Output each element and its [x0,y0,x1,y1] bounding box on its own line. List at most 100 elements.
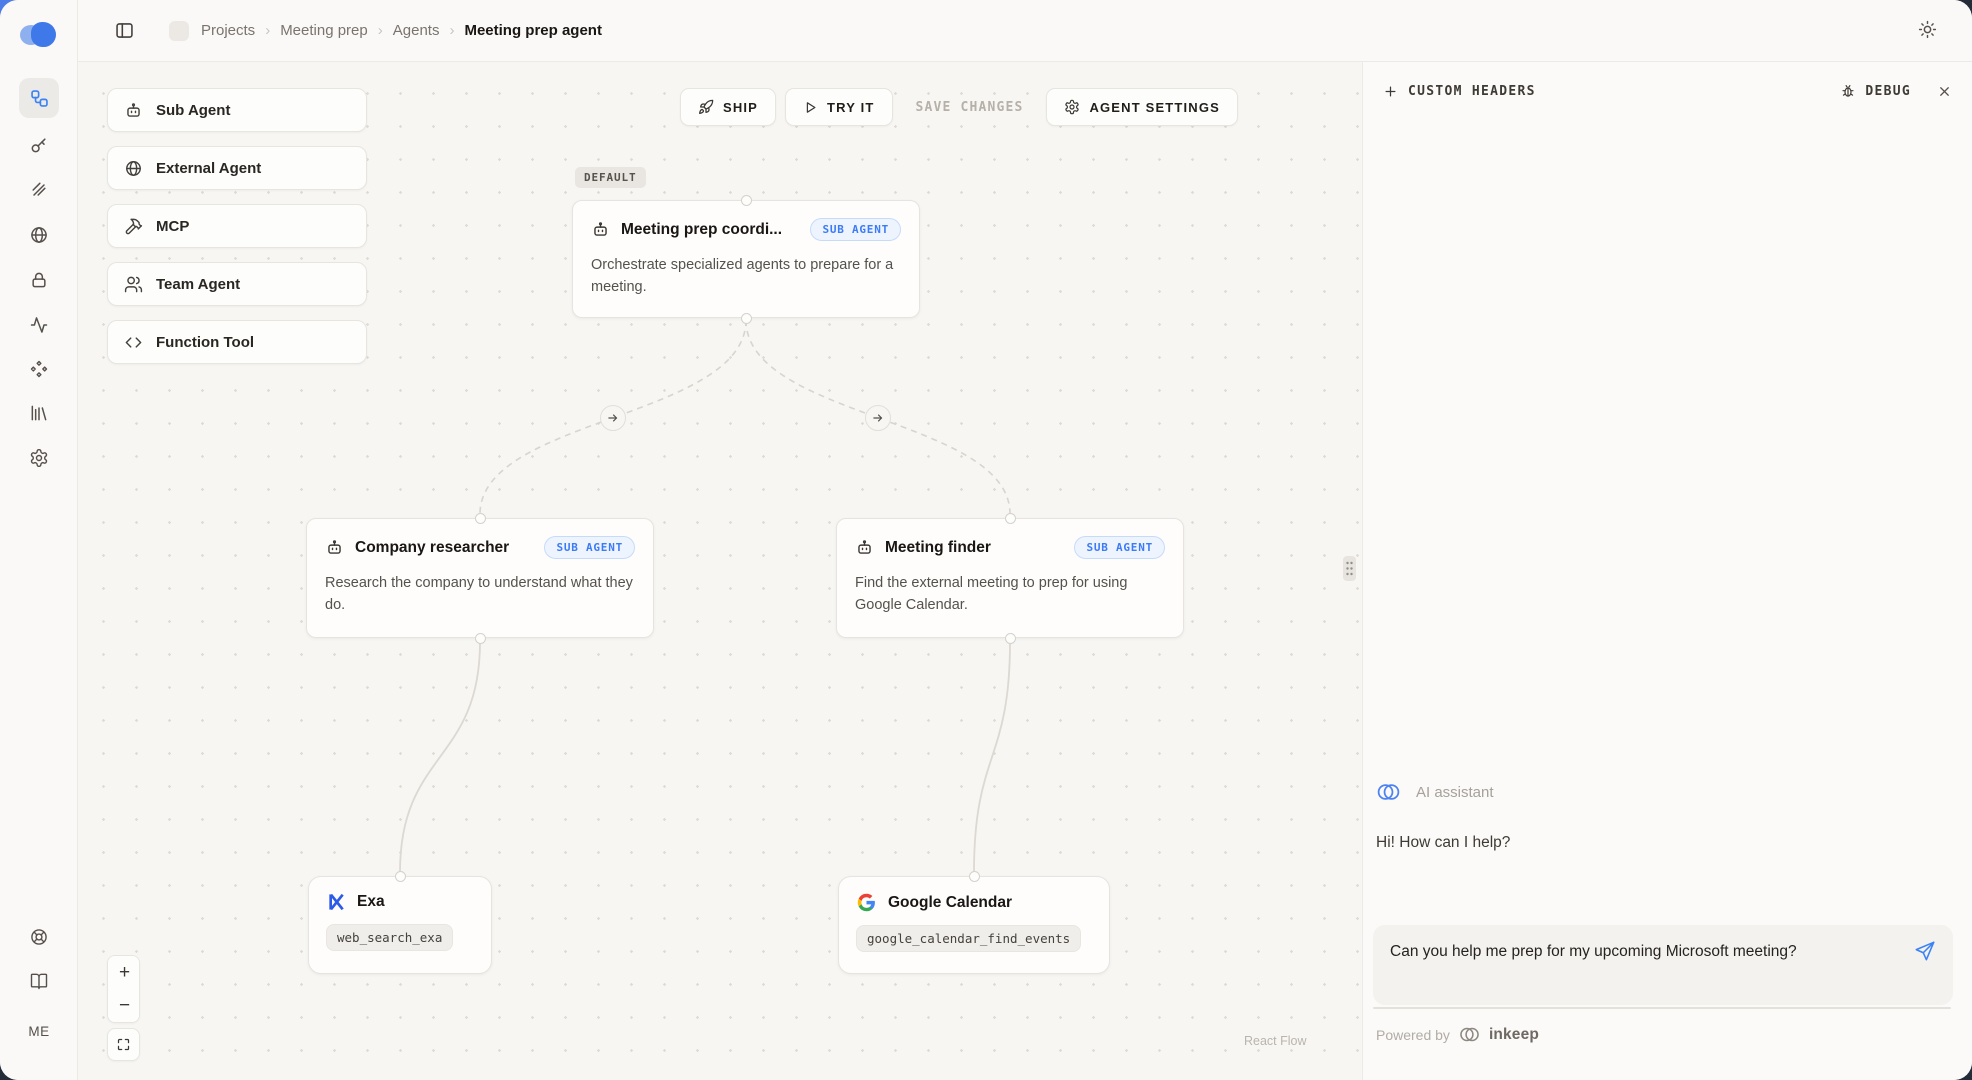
icon-rail: ME [0,0,78,1080]
google-logo [856,892,877,913]
library-icon [29,403,49,423]
ship-button[interactable]: SHIP [680,88,776,126]
ai-assistant-icon [1375,781,1402,803]
bot-icon [855,538,874,557]
breadcrumb-separator: › [265,22,270,39]
chat-input[interactable]: Can you help me prep for my upcoming Mic… [1373,925,1953,1005]
rail-item-external-agents[interactable] [19,215,59,255]
react-flow-attribution[interactable]: React Flow [1244,1034,1307,1048]
rail-item-settings[interactable] [19,438,59,478]
rail-item-graph[interactable] [19,78,59,118]
palette-item-label: MCP [156,218,189,235]
lock-icon [29,270,49,290]
palette-item-label: Function Tool [156,334,254,351]
inkeep-venn-icon [1458,1025,1481,1044]
sub-agent-badge: SUB AGENT [810,218,901,241]
breadcrumb-projects[interactable]: Projects [201,22,255,39]
top-bar: Projects › Meeting prep › Agents › Meeti… [78,0,1972,62]
bot-icon [124,101,143,120]
inkeep-brand-label: inkeep [1489,1026,1539,1044]
life-buoy-icon [29,927,49,947]
node-title: Google Calendar [888,894,1012,912]
node-title: Company researcher [355,539,509,557]
node-meeting-prep-coordinator[interactable]: Meeting prep coordi... SUB AGENT Orchest… [572,200,920,318]
rail-item-library[interactable] [19,393,59,433]
assistant-message: Hi! How can I help? [1376,834,1510,852]
breadcrumb-current: Meeting prep agent [464,22,602,39]
palette-item-sub-agent[interactable]: Sub Agent [107,88,367,132]
debug-button[interactable]: DEBUG [1840,83,1911,99]
inkeep-logo[interactable] [20,22,58,48]
breadcrumb: Projects › Meeting prep › Agents › Meeti… [201,22,602,39]
debug-label: DEBUG [1865,84,1911,99]
fit-view-button[interactable] [107,1028,140,1061]
save-changes-button[interactable]: SAVE CHANGES [902,88,1038,126]
handle-finder-top[interactable] [1005,513,1016,524]
flow-canvas[interactable]: Sub Agent External Agent MCP Team Agent … [78,62,1362,1080]
node-title: Exa [357,893,385,911]
rail-item-activity[interactable] [19,305,59,345]
default-agent-tag: DEFAULT [575,167,646,188]
handle-finder-bottom[interactable] [1005,633,1016,644]
handle-gcal-top[interactable] [969,871,980,882]
save-changes-label: SAVE CHANGES [916,100,1024,115]
users-icon [124,275,143,294]
theme-toggle-sun-icon[interactable] [1917,19,1938,40]
rail-item-security[interactable] [19,260,59,300]
palette-item-label: Team Agent [156,276,240,293]
try-it-button-label: TRY IT [827,100,874,115]
node-google-calendar-tool[interactable]: Google Calendar google_calendar_find_eve… [838,876,1110,974]
exa-logo [326,892,346,912]
assistant-label: AI assistant [1416,784,1494,801]
code-icon [124,333,143,352]
handle-researcher-bottom[interactable] [475,633,486,644]
handle-coordinator-bottom[interactable] [741,313,752,324]
breadcrumb-separator: › [449,22,454,39]
hammer-icon [124,217,143,236]
zoom-controls: + − [107,955,140,1023]
palette-item-team-agent[interactable]: Team Agent [107,262,367,306]
tool-name-chip: web_search_exa [326,924,453,951]
node-exa-tool[interactable]: Exa web_search_exa [308,876,492,974]
palette-item-external-agent[interactable]: External Agent [107,146,367,190]
try-it-button[interactable]: TRY IT [785,88,892,126]
palette-item-function-tool[interactable]: Function Tool [107,320,367,364]
palette-item-mcp[interactable]: MCP [107,204,367,248]
custom-headers-button[interactable]: CUSTOM HEADERS [1383,84,1536,99]
node-title: Meeting prep coordi... [621,221,782,239]
breadcrumb-separator: › [378,22,383,39]
rail-item-api-keys[interactable] [19,125,59,165]
node-company-researcher[interactable]: Company researcher SUB AGENT Research th… [306,518,654,638]
rail-item-docs[interactable] [19,961,59,1001]
agent-builder-app: ME Projects › Meeting prep › Agents › Me… [0,0,1972,1080]
sidebar-toggle-icon[interactable] [114,20,135,41]
chat-panel-header: CUSTOM HEADERS DEBUG [1363,62,1972,120]
rail-item-credentials[interactable] [19,170,59,210]
send-icon[interactable] [1914,940,1936,962]
rail-item-components[interactable] [19,349,59,389]
key-icon [29,135,49,155]
tool-name-chip: google_calendar_find_events [856,925,1081,952]
breadcrumb-agents[interactable]: Agents [393,22,440,39]
agent-settings-button[interactable]: AGENT SETTINGS [1046,88,1238,126]
node-meeting-finder[interactable]: Meeting finder SUB AGENT Find the extern… [836,518,1184,638]
handle-coordinator-top[interactable] [741,195,752,206]
edge-researcher-exa [400,642,480,872]
powered-by-label: Powered by [1376,1027,1450,1043]
gear-icon [1064,99,1080,115]
breadcrumb-meeting-prep[interactable]: Meeting prep [280,22,368,39]
handle-exa-top[interactable] [395,871,406,882]
handle-researcher-top[interactable] [475,513,486,524]
rail-item-help[interactable] [19,917,59,957]
powered-by[interactable]: Powered by inkeep [1376,1025,1539,1044]
play-icon [803,100,818,115]
panel-resize-grip[interactable] [1343,556,1356,581]
project-avatar [169,21,189,41]
close-icon[interactable] [1937,84,1952,99]
zoom-out-button[interactable]: − [108,989,140,1022]
chat-input-value: Can you help me prep for my upcoming Mic… [1390,938,1889,965]
zoom-in-button[interactable]: + [108,956,140,989]
edge-arrow-icon [600,405,626,431]
user-avatar[interactable]: ME [0,1024,78,1039]
ship-button-label: SHIP [723,100,758,115]
